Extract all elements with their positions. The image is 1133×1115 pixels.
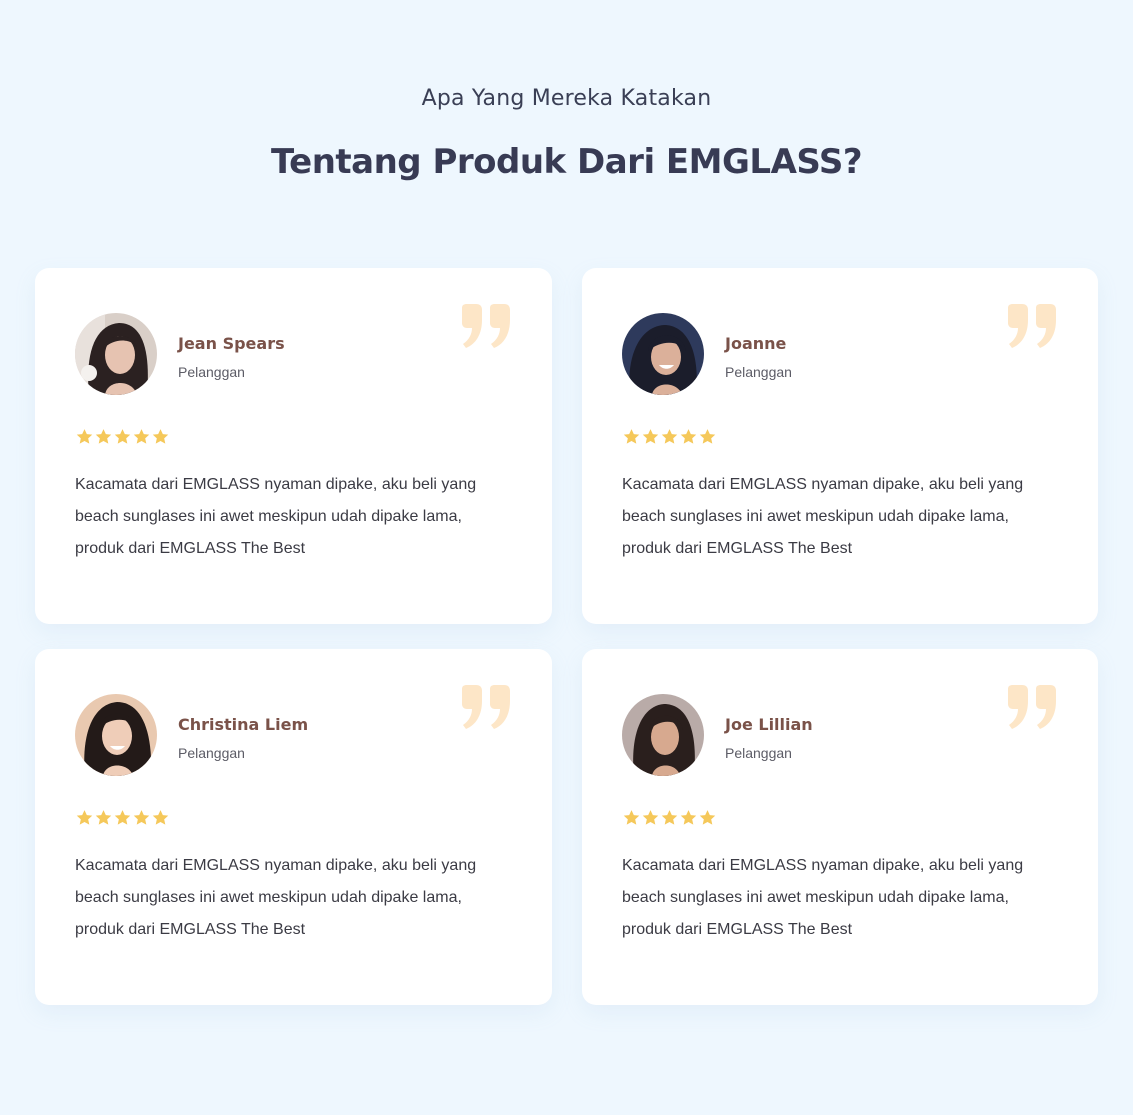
- star-icon: [114, 429, 131, 444]
- quote-icon: [1008, 304, 1056, 348]
- rating-stars: [622, 809, 717, 827]
- star-icon: [133, 810, 150, 825]
- star-icon: [114, 810, 131, 825]
- customer-name: Joanne: [725, 334, 787, 353]
- customer-role: Pelanggan: [178, 364, 245, 380]
- testimonial-card: Joe Lillian Pelanggan Kacamata dari EMGL…: [582, 649, 1098, 1005]
- testimonial-text: Kacamata dari EMGLASS nyaman dipake, aku…: [75, 857, 477, 938]
- star-icon: [680, 810, 697, 825]
- star-icon: [76, 429, 93, 444]
- customer-name: Christina Liem: [178, 715, 309, 734]
- customer-role: Pelanggan: [725, 745, 792, 761]
- star-icon: [699, 429, 716, 444]
- star-icon: [152, 429, 169, 444]
- testimonial-grid: Jean Spears Pelanggan Kacamata dari EMGL…: [35, 268, 1098, 1005]
- customer-role: Pelanggan: [725, 364, 792, 380]
- avatar: [75, 313, 157, 395]
- star-icon: [95, 810, 112, 825]
- star-icon: [152, 810, 169, 825]
- star-icon: [623, 429, 640, 444]
- testimonial-card: Joanne Pelanggan Kacamata dari EMGLASS n…: [582, 268, 1098, 624]
- quote-icon: [1008, 685, 1056, 729]
- testimonials-section: Apa Yang Mereka Katakan Tentang Produk D…: [0, 0, 1133, 1115]
- rating-stars: [75, 809, 170, 827]
- customer-role: Pelanggan: [178, 745, 245, 761]
- rating-stars: [75, 428, 170, 446]
- section-subtitle: Apa Yang Mereka Katakan: [421, 86, 712, 111]
- rating-stars: [622, 428, 717, 446]
- testimonial-text: Kacamata dari EMGLASS nyaman dipake, aku…: [75, 476, 477, 557]
- star-icon: [76, 810, 93, 825]
- testimonial-text: Kacamata dari EMGLASS nyaman dipake, aku…: [622, 857, 1024, 938]
- star-icon: [642, 810, 659, 825]
- customer-name: Joe Lillian: [725, 715, 813, 734]
- star-icon: [661, 810, 678, 825]
- testimonial-text: Kacamata dari EMGLASS nyaman dipake, aku…: [622, 476, 1024, 557]
- customer-name: Jean Spears: [178, 334, 285, 353]
- quote-icon: [462, 685, 510, 729]
- star-icon: [642, 429, 659, 444]
- avatar: [622, 694, 704, 776]
- star-icon: [661, 429, 678, 444]
- avatar: [622, 313, 704, 395]
- testimonial-card: Jean Spears Pelanggan Kacamata dari EMGL…: [35, 268, 552, 624]
- star-icon: [699, 810, 716, 825]
- avatar: [75, 694, 157, 776]
- star-icon: [623, 810, 640, 825]
- section-title: Tentang Produk Dari EMGLASS?: [270, 142, 863, 182]
- star-icon: [133, 429, 150, 444]
- testimonial-card: Christina Liem Pelanggan Kacamata dari E…: [35, 649, 552, 1005]
- quote-icon: [462, 304, 510, 348]
- star-icon: [95, 429, 112, 444]
- star-icon: [680, 429, 697, 444]
